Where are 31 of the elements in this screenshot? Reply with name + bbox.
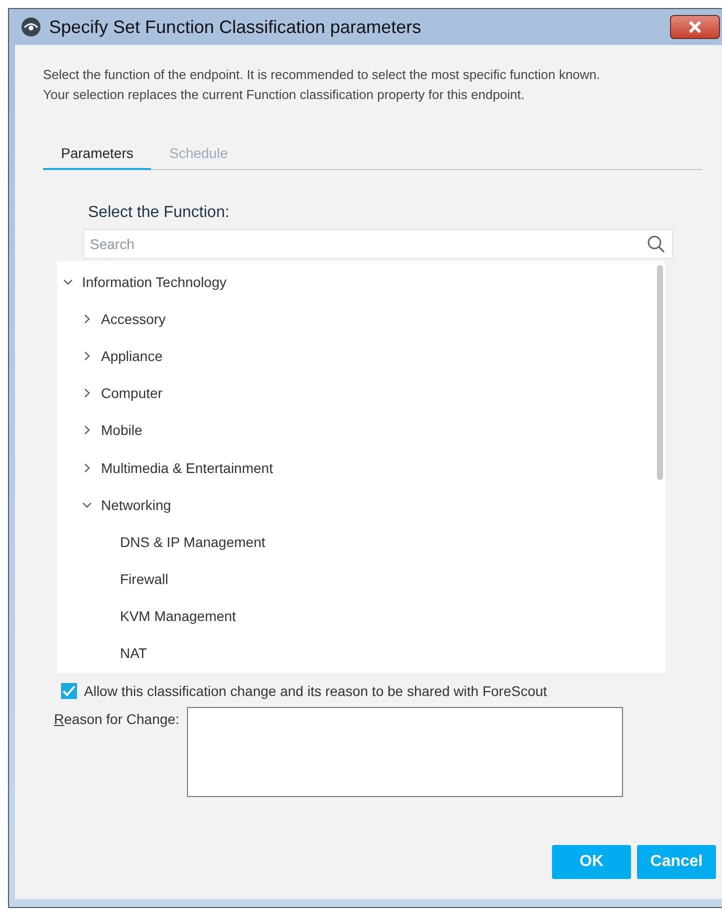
description-text: Select the function of the endpoint. It is recommended to select the most specific function known. Your selection replaces the current Function classification property for this endpoint.: [43, 66, 602, 104]
tree-item[interactable]: Multimedia & Entertainment: [101, 460, 273, 476]
chevron-right-icon[interactable]: [82, 350, 92, 361]
close-button[interactable]: [670, 15, 720, 39]
chevron-right-icon[interactable]: [82, 425, 92, 436]
chevron-right-icon[interactable]: [82, 462, 92, 473]
chevron-right-icon[interactable]: [82, 388, 92, 398]
chevron-down-icon[interactable]: [63, 276, 73, 287]
tree-item[interactable]: Computer: [101, 385, 162, 402]
tree-item[interactable]: NAT: [120, 645, 147, 662]
search-icon: [647, 235, 665, 253]
tab[interactable]: Parameters: [43, 145, 152, 170]
tree-item[interactable]: Networking: [101, 496, 172, 513]
tree-item[interactable]: Information Technology: [82, 274, 226, 290]
close-icon: [688, 21, 702, 33]
field-label: Reason for Change:: [54, 711, 180, 727]
tree-item[interactable]: Accessory: [101, 310, 166, 327]
tree-item[interactable]: Mobile: [101, 422, 142, 438]
tree-item[interactable]: DNS & IP Management: [120, 534, 266, 550]
checkbox-label: Allow this classification change and its reason to be shared with ForeScout: [84, 683, 548, 699]
tree-item[interactable]: Appliance: [101, 348, 162, 364]
chevron-down-icon[interactable]: [82, 500, 92, 510]
section-label: Select the Function:: [88, 204, 230, 222]
checkbox[interactable]: [61, 683, 77, 699]
search-field[interactable]: Search: [83, 229, 673, 259]
reason-field[interactable]: [187, 707, 624, 797]
chevron-right-icon[interactable]: [82, 314, 92, 324]
eye-icon: [21, 17, 41, 37]
tree-item[interactable]: KVM Management: [120, 608, 236, 624]
tree-item[interactable]: Firewall: [120, 571, 168, 588]
window-title: Specify Set Function Classification parameters: [49, 16, 422, 38]
